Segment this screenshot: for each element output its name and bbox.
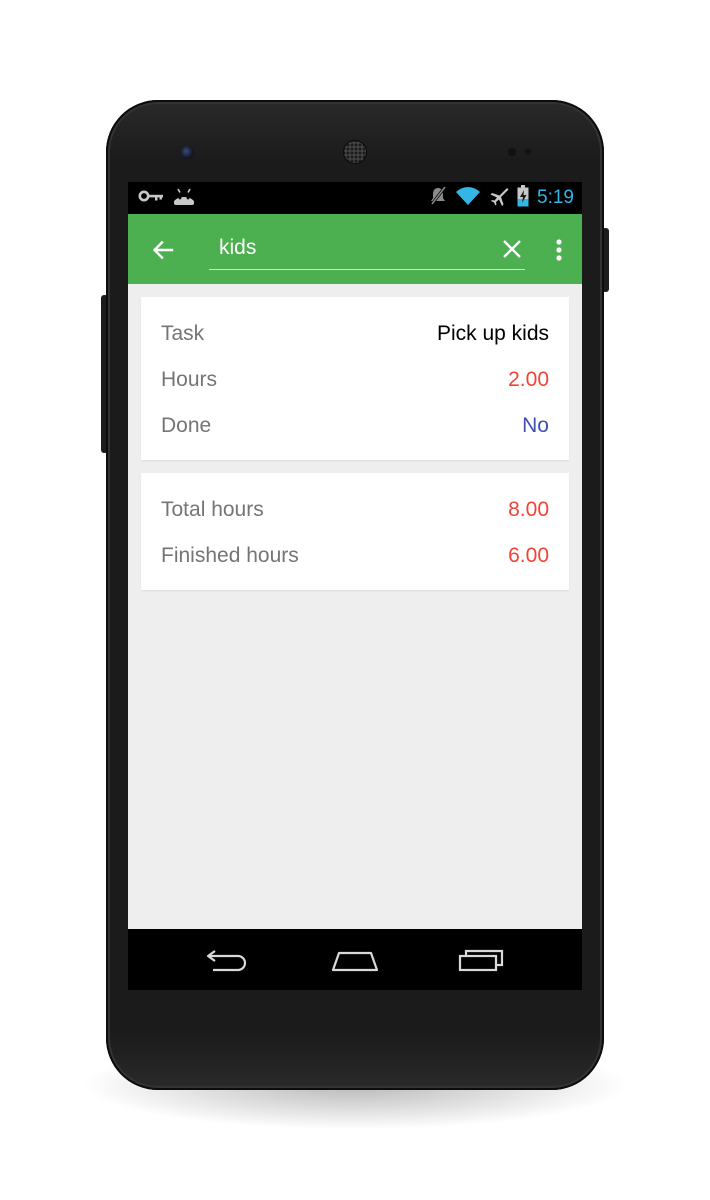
navigation-bar: [128, 929, 582, 990]
task-card[interactable]: Task Pick up kids Hours 2.00 Done No: [141, 297, 569, 460]
light-sensor: [525, 149, 531, 155]
totals-card: Total hours 8.00 Finished hours 6.00: [141, 473, 569, 590]
nav-back-icon[interactable]: [198, 943, 258, 977]
front-camera: [181, 146, 194, 159]
search-input[interactable]: [209, 228, 525, 268]
proximity-sensor: [508, 148, 516, 156]
finished-hours-row: Finished hours 6.00: [161, 533, 549, 579]
search-field: [209, 228, 525, 270]
done-label: Done: [161, 414, 212, 437]
app-bar: [128, 214, 582, 284]
battery-charging-icon: [517, 184, 529, 212]
done-row: Done No: [161, 403, 549, 449]
screen: 5:19 Task Pick up kids: [128, 182, 582, 990]
finished-hours-value: 6.00: [508, 544, 549, 567]
finished-hours-label: Finished hours: [161, 544, 299, 567]
total-hours-label: Total hours: [161, 498, 264, 521]
hours-label: Hours: [161, 368, 218, 391]
earpiece-speaker: [344, 141, 366, 163]
airplane-icon: [489, 186, 509, 211]
nav-recents-icon[interactable]: [451, 943, 511, 977]
task-value: Pick up kids: [436, 322, 549, 345]
task-label: Task: [161, 322, 205, 345]
nav-home-icon[interactable]: [325, 943, 385, 977]
task-row: Task Pick up kids: [161, 311, 549, 357]
hours-value: 2.00: [508, 368, 549, 391]
back-arrow-icon[interactable]: [148, 235, 178, 265]
key-icon: [138, 189, 164, 207]
hours-row: Hours 2.00: [161, 357, 549, 403]
done-value: No: [522, 414, 549, 437]
status-bar: 5:19: [128, 182, 582, 214]
more-vert-icon[interactable]: [549, 235, 569, 265]
total-hours-value: 8.00: [508, 498, 549, 521]
wifi-icon: [455, 186, 481, 211]
android-debug-icon: [172, 186, 196, 211]
status-time: 5:19: [537, 187, 574, 208]
clear-icon[interactable]: [498, 235, 526, 263]
mute-icon: [429, 185, 447, 211]
total-hours-row: Total hours 8.00: [161, 487, 549, 533]
